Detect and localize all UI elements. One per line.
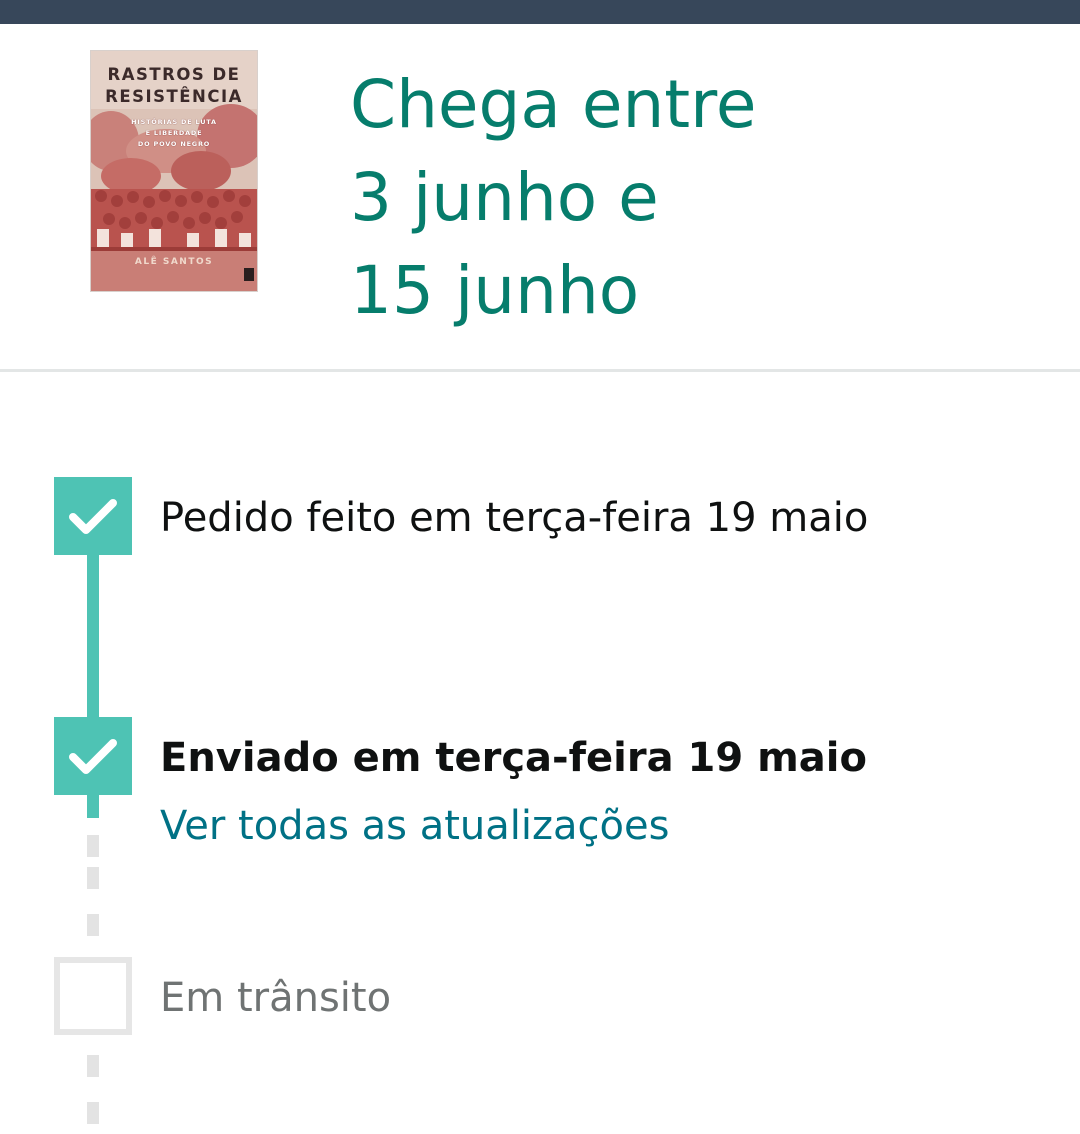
cover-author: ALÊ SANTOS [134,257,214,267]
cover-subtitle: HISTÓRIAS DE LUTA E LIBERDADE DO POVO NE… [91,117,257,150]
step-shipped-label: Enviado em terça-feira 19 maio [160,735,867,781]
top-status-bar [0,0,1080,24]
cover-title-line: RASTROS DE [107,65,241,84]
step-in-transit-empty-box-icon [54,957,132,1035]
step-ordered-check-icon [54,477,132,555]
arrival-line: Chega entre [350,66,757,143]
cover-title-line: RESISTÊNCIA [105,87,243,106]
publisher-logo-icon [244,268,254,281]
cover-subtitle-line: DO POVO NEGRO [137,140,211,148]
arrival-line: 3 junho e [350,159,659,236]
step-ordered-label: Pedido feito em terça-feira 19 maio [160,495,869,541]
step-in-transit-label: Em trânsito [160,975,392,1021]
cover-title: RASTROS DE RESISTÊNCIA [91,64,257,108]
step-shipped-check-icon [54,717,132,795]
arrival-estimate: Chega entre 3 junho e 15 junho [350,58,1040,337]
arrival-line: 15 junho [350,252,640,329]
cover-subtitle-line: HISTÓRIAS DE LUTA [131,118,217,126]
book-cover-image[interactable]: RASTROS DE RESISTÊNCIA HISTÓRIAS DE LUTA… [91,51,257,291]
section-divider [0,369,1080,372]
cover-subtitle-line: E LIBERDADE [145,129,203,137]
view-all-updates-link[interactable]: Ver todas as atualizações [160,802,669,850]
